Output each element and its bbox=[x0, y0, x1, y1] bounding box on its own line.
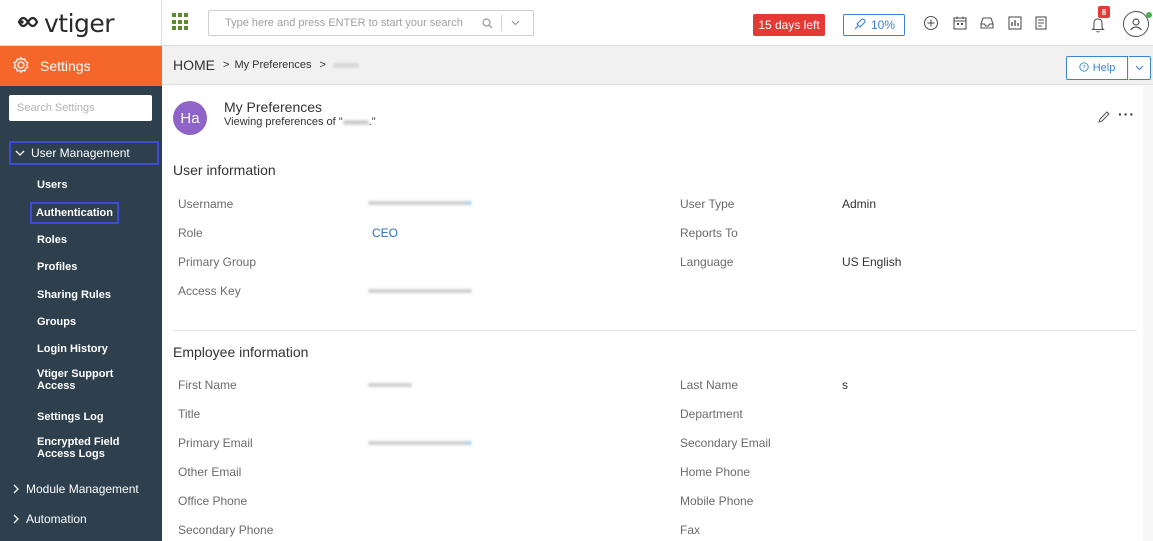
breadcrumb-my-preferences[interactable]: My Preferences bbox=[234, 59, 311, 71]
settings-title: Settings bbox=[40, 58, 91, 74]
other-email-label: Other Email bbox=[178, 465, 242, 479]
global-search-input[interactable] bbox=[209, 12, 477, 34]
breadcrumb-separator: > bbox=[223, 59, 230, 71]
help-dropdown-chevron-icon[interactable] bbox=[1129, 56, 1151, 80]
sidebar-item-roles[interactable]: Roles bbox=[37, 234, 67, 246]
section-title-employee-information: Employee information bbox=[173, 344, 309, 360]
search-divider bbox=[501, 15, 502, 31]
redacted-first-name-value bbox=[368, 383, 412, 387]
module-management-label: Module Management bbox=[26, 482, 139, 496]
breadcrumb-home[interactable]: HOME bbox=[173, 57, 215, 73]
first-name-label: First Name bbox=[178, 378, 237, 392]
calendar-icon[interactable] bbox=[950, 12, 970, 34]
help-button[interactable]: ? Help bbox=[1066, 56, 1128, 80]
page-subtitle-suffix: ." bbox=[368, 116, 376, 128]
help-label: Help bbox=[1092, 62, 1116, 74]
fax-label: Fax bbox=[680, 523, 701, 537]
online-status-dot bbox=[1146, 12, 1152, 18]
inbox-icon[interactable] bbox=[977, 12, 997, 34]
settings-gear-icon bbox=[12, 55, 30, 77]
access-key-label: Access Key bbox=[178, 284, 241, 298]
reports-chart-icon[interactable] bbox=[1005, 12, 1025, 34]
notes-document-icon[interactable] bbox=[1031, 12, 1051, 34]
breadcrumb: HOME > My Preferences > bbox=[162, 46, 1153, 85]
breadcrumb-redacted-user bbox=[332, 62, 359, 68]
settings-sidebar: Settings User Management Users Authentic… bbox=[0, 46, 162, 541]
page-scrollbar[interactable] bbox=[1143, 86, 1153, 541]
redacted-access-key-value bbox=[368, 289, 472, 293]
sidebar-item-sharing-rules[interactable]: Sharing Rules bbox=[37, 289, 111, 301]
title-label: Title bbox=[178, 407, 201, 421]
automation-group[interactable]: Automation bbox=[9, 507, 159, 531]
sidebar-item-login-history[interactable]: Login History bbox=[37, 343, 108, 355]
app-menu-grid-icon[interactable] bbox=[172, 13, 190, 31]
department-label: Department bbox=[680, 407, 743, 421]
redacted-username bbox=[342, 119, 369, 125]
edit-pencil-icon[interactable] bbox=[1097, 110, 1111, 124]
mobile-phone-label: Mobile Phone bbox=[680, 494, 754, 508]
role-value-link[interactable]: CEO bbox=[372, 226, 398, 240]
automation-label: Automation bbox=[26, 512, 87, 526]
user-type-label: User Type bbox=[680, 197, 735, 211]
section-divider bbox=[173, 330, 1137, 331]
sidebar-item-users[interactable]: Users bbox=[37, 179, 68, 191]
chevron-down-icon bbox=[15, 150, 25, 157]
breadcrumb-separator: > bbox=[319, 59, 326, 71]
redacted-username-value bbox=[368, 201, 472, 205]
primary-email-label: Primary Email bbox=[178, 436, 253, 450]
top-navigation-bar: vtiger 15 days left 10% 8 bbox=[0, 0, 1153, 46]
language-value: US English bbox=[842, 255, 902, 269]
global-search-box bbox=[208, 10, 534, 36]
primary-group-label: Primary Group bbox=[178, 255, 257, 269]
preferences-detail-panel: Ha My Preferences Viewing preferences of… bbox=[162, 86, 1153, 541]
last-name-label: Last Name bbox=[680, 378, 739, 392]
help-question-icon: ? bbox=[1079, 61, 1089, 75]
vtiger-logo-icon bbox=[16, 12, 40, 35]
last-name-value: s bbox=[842, 378, 848, 392]
vtiger-logo[interactable]: vtiger bbox=[0, 0, 162, 46]
trial-days-left-button[interactable]: 15 days left bbox=[753, 14, 825, 36]
secondary-email-label: Secondary Email bbox=[680, 436, 771, 450]
page-subtitle-prefix: Viewing preferences of " bbox=[224, 116, 343, 128]
search-filter-dropdown-icon[interactable] bbox=[506, 13, 524, 33]
reports-to-label: Reports To bbox=[680, 226, 738, 240]
rocket-icon bbox=[853, 17, 867, 34]
page-subtitle: Viewing preferences of " ." bbox=[224, 116, 376, 128]
onboarding-progress-value: 10% bbox=[870, 18, 896, 32]
search-icon[interactable] bbox=[477, 13, 497, 33]
chevron-right-icon bbox=[13, 484, 20, 494]
section-title-user-information: User information bbox=[173, 162, 276, 178]
onboarding-progress-button[interactable]: 10% bbox=[843, 14, 905, 36]
notification-count-badge: 8 bbox=[1098, 6, 1110, 18]
user-management-group[interactable]: User Management bbox=[9, 141, 159, 165]
user-avatar: Ha bbox=[173, 101, 207, 135]
sidebar-item-authentication[interactable]: Authentication bbox=[30, 202, 119, 224]
sidebar-item-vtiger-support-access[interactable]: Vtiger Support Access bbox=[37, 368, 137, 392]
chevron-right-icon bbox=[13, 514, 20, 524]
user-management-label: User Management bbox=[31, 146, 130, 160]
quick-create-plus-icon[interactable] bbox=[921, 12, 941, 34]
sidebar-item-profiles[interactable]: Profiles bbox=[37, 261, 77, 273]
settings-header[interactable]: Settings bbox=[0, 46, 162, 86]
settings-search-input[interactable] bbox=[9, 95, 152, 121]
secondary-phone-label: Secondary Phone bbox=[178, 523, 274, 537]
home-phone-label: Home Phone bbox=[680, 465, 751, 479]
office-phone-label: Office Phone bbox=[178, 494, 248, 508]
user-type-value: Admin bbox=[842, 197, 877, 211]
page-title: My Preferences bbox=[224, 99, 323, 115]
svg-text:?: ? bbox=[1082, 63, 1085, 71]
module-management-group[interactable]: Module Management bbox=[9, 477, 159, 501]
sidebar-item-settings-log[interactable]: Settings Log bbox=[37, 411, 104, 423]
more-actions-icon[interactable]: ··· bbox=[1118, 106, 1135, 122]
sidebar-item-groups[interactable]: Groups bbox=[37, 316, 76, 328]
vtiger-logo-text: vtiger bbox=[44, 8, 115, 38]
sidebar-item-encrypted-field-access-logs[interactable]: Encrypted Field Access Logs bbox=[37, 436, 137, 460]
role-label: Role bbox=[178, 226, 203, 240]
username-label: Username bbox=[178, 197, 234, 211]
redacted-primary-email-value bbox=[368, 441, 472, 445]
language-label: Language bbox=[680, 255, 734, 269]
